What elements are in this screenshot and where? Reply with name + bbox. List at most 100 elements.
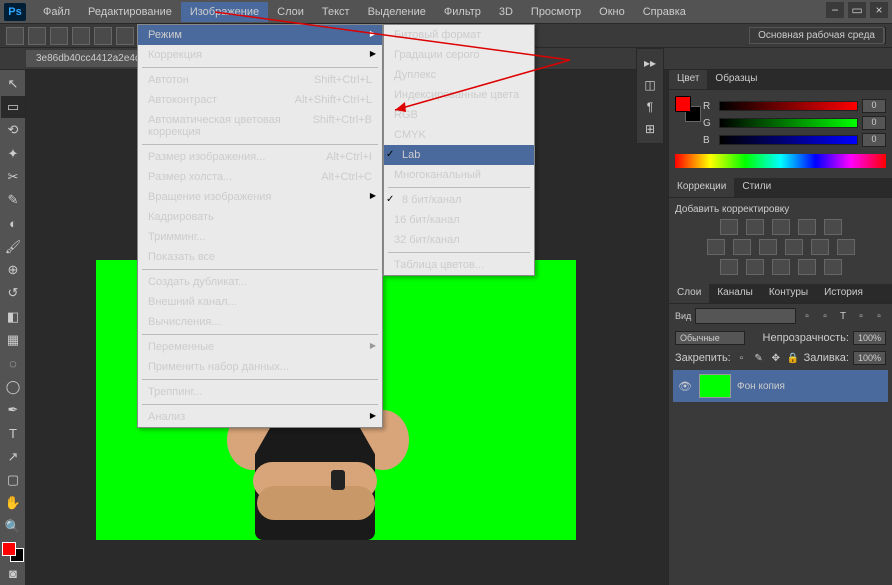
filter-icon[interactable]: T: [836, 309, 850, 323]
option-icon[interactable]: [94, 27, 112, 45]
filter-icon[interactable]: ▫: [854, 309, 868, 323]
menu-autocontrast[interactable]: АвтоконтрастAlt+Shift+Ctrl+L: [138, 90, 382, 110]
g-slider[interactable]: [719, 118, 858, 128]
hand-tool-icon[interactable]: ✋: [1, 493, 25, 514]
tab-swatches[interactable]: Образцы: [707, 70, 765, 89]
layer-name[interactable]: Фон копия: [737, 381, 785, 392]
menu-analysis[interactable]: Анализ: [138, 407, 382, 427]
adj-icon[interactable]: [837, 239, 855, 255]
menu-window[interactable]: Окно: [590, 2, 634, 22]
fill-value[interactable]: 100%: [853, 351, 886, 365]
blend-mode-select[interactable]: Обычные: [675, 331, 745, 345]
color-swatch[interactable]: [2, 542, 22, 558]
adj-icon[interactable]: [798, 259, 816, 275]
dodge-tool-icon[interactable]: ◯: [1, 376, 25, 397]
menu-apply-image[interactable]: Внешний канал...: [138, 292, 382, 312]
adj-icon[interactable]: [746, 219, 764, 235]
menu-view[interactable]: Просмотр: [522, 2, 590, 22]
spectrum-bar[interactable]: [675, 154, 886, 168]
maximize-icon[interactable]: ▭: [848, 2, 866, 18]
lock-icon[interactable]: ✎: [752, 351, 765, 365]
tab-layers[interactable]: Слои: [669, 284, 709, 303]
visibility-icon[interactable]: 👁: [677, 380, 693, 393]
kind-select[interactable]: [695, 308, 796, 324]
filter-icon[interactable]: ▫: [872, 309, 886, 323]
adj-icon[interactable]: [824, 259, 842, 275]
adj-icon[interactable]: [811, 239, 829, 255]
menu-canvas-size[interactable]: Размер холста...Alt+Ctrl+C: [138, 167, 382, 187]
option-icon[interactable]: [72, 27, 90, 45]
shape-tool-icon[interactable]: ▢: [1, 469, 25, 490]
layer-row[interactable]: 👁 Фон копия: [673, 370, 888, 402]
menu-trim[interactable]: Тримминг...: [138, 227, 382, 247]
menu-3d[interactable]: 3D: [490, 2, 522, 22]
close-icon[interactable]: ×: [870, 2, 888, 18]
adj-icon[interactable]: [720, 259, 738, 275]
crop-tool-icon[interactable]: ✂: [1, 166, 25, 187]
adj-icon[interactable]: [707, 239, 725, 255]
color-swatch[interactable]: [675, 96, 697, 118]
mode-lab[interactable]: Lab: [384, 145, 534, 165]
minimize-icon[interactable]: −: [826, 2, 844, 18]
menu-autotone[interactable]: АвтотонShift+Ctrl+L: [138, 70, 382, 90]
gradient-tool-icon[interactable]: ▦: [1, 329, 25, 350]
menu-file[interactable]: Файл: [34, 2, 79, 22]
stamp-tool-icon[interactable]: ⊕: [1, 260, 25, 281]
adj-icon[interactable]: [733, 239, 751, 255]
eraser-tool-icon[interactable]: ◧: [1, 306, 25, 327]
menu-help[interactable]: Справка: [634, 2, 695, 22]
tab-styles[interactable]: Стили: [734, 178, 779, 197]
b-slider[interactable]: [719, 135, 858, 145]
healing-tool-icon[interactable]: ◐: [1, 213, 25, 234]
tab-paths[interactable]: Контуры: [761, 284, 816, 303]
adj-icon[interactable]: [772, 219, 790, 235]
menu-duplicate[interactable]: Создать дубликат...: [138, 272, 382, 292]
panel-icon[interactable]: ⊞: [639, 119, 661, 139]
adj-icon[interactable]: [759, 239, 777, 255]
blur-tool-icon[interactable]: ◌: [1, 353, 25, 374]
marquee-tool-icon[interactable]: ▭: [1, 96, 25, 117]
mode-cmyk[interactable]: CMYK: [384, 125, 534, 145]
type-tool-icon[interactable]: T: [1, 423, 25, 444]
history-brush-icon[interactable]: ↺: [1, 283, 25, 304]
menu-rotation[interactable]: Вращение изображения: [138, 187, 382, 207]
mode-rgb[interactable]: RGB: [384, 105, 534, 125]
lock-icon[interactable]: ✥: [769, 351, 782, 365]
menu-image-size[interactable]: Размер изображения...Alt+Ctrl+I: [138, 147, 382, 167]
mode-grayscale[interactable]: Градации серого: [384, 45, 534, 65]
menu-layers[interactable]: Слои: [268, 2, 313, 22]
brush-tool-icon[interactable]: 🖌: [1, 236, 25, 257]
filter-icon[interactable]: ▫: [800, 309, 814, 323]
menu-image[interactable]: Изображение: [181, 2, 268, 22]
option-icon[interactable]: [28, 27, 46, 45]
quickmask-icon[interactable]: ◙: [1, 563, 25, 584]
filter-icon[interactable]: ▫: [818, 309, 832, 323]
adj-icon[interactable]: [824, 219, 842, 235]
move-tool-icon[interactable]: ↖: [1, 73, 25, 94]
menu-adjustments[interactable]: Коррекция: [138, 45, 382, 65]
opacity-value[interactable]: 100%: [853, 331, 886, 345]
option-icon[interactable]: [116, 27, 134, 45]
path-tool-icon[interactable]: ↗: [1, 446, 25, 467]
option-icon[interactable]: [6, 27, 24, 45]
tab-color[interactable]: Цвет: [669, 70, 707, 89]
menu-filter[interactable]: Фильтр: [435, 2, 490, 22]
tab-history[interactable]: История: [816, 284, 871, 303]
adj-icon[interactable]: [746, 259, 764, 275]
adj-icon[interactable]: [785, 239, 803, 255]
menu-select[interactable]: Выделение: [359, 2, 435, 22]
r-slider[interactable]: [719, 101, 858, 111]
tab-channels[interactable]: Каналы: [709, 284, 761, 303]
mode-multichannel[interactable]: Многоканальный: [384, 165, 534, 185]
lock-icon[interactable]: ▫: [735, 351, 748, 365]
r-value[interactable]: 0: [862, 99, 886, 113]
adj-icon[interactable]: [798, 219, 816, 235]
panel-icon[interactable]: ◫: [639, 75, 661, 95]
adj-icon[interactable]: [720, 219, 738, 235]
menu-edit[interactable]: Редактирование: [79, 2, 181, 22]
panel-icon[interactable]: ¶: [639, 97, 661, 117]
b-value[interactable]: 0: [862, 133, 886, 147]
option-icon[interactable]: [50, 27, 68, 45]
menu-mode[interactable]: Режим: [138, 25, 382, 45]
tab-adjustments[interactable]: Коррекции: [669, 178, 734, 197]
